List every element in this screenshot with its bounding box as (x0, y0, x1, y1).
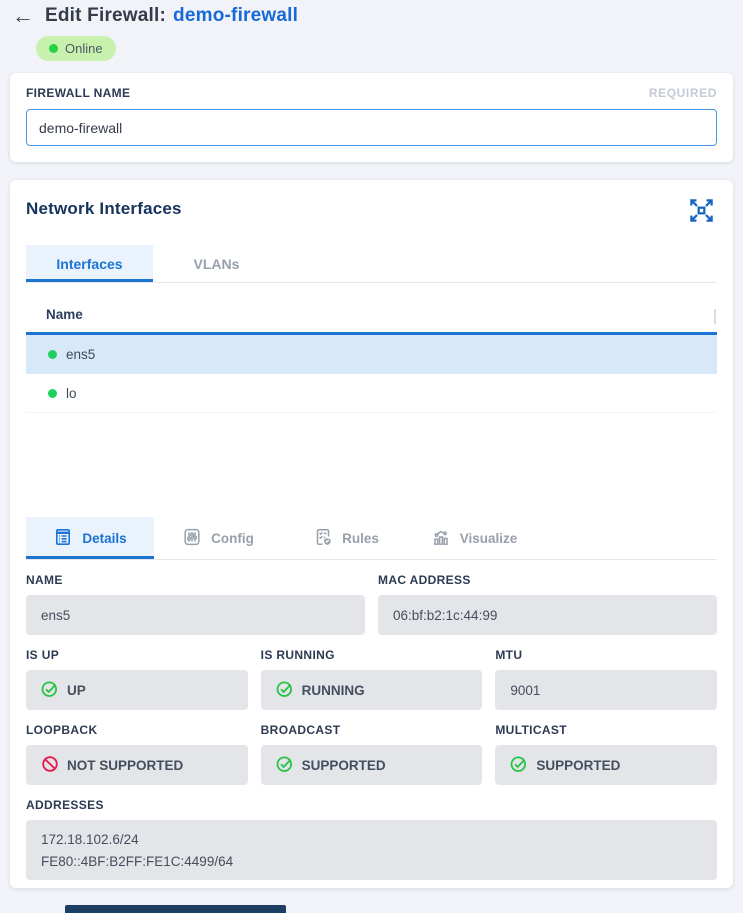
tab-visualize-label: Visualize (460, 531, 518, 546)
tab-config-label: Config (211, 531, 254, 546)
field-mtu-value: 9001 (495, 670, 717, 710)
expand-icon[interactable] (686, 195, 717, 231)
required-badge: REQUIRED (649, 86, 717, 100)
details-list-icon (53, 527, 73, 550)
field-is-running-text: RUNNING (302, 683, 365, 698)
page-header: ← Edit Firewall: demo-firewall (0, 0, 743, 27)
field-is-running: IS RUNNING RUNNING (261, 648, 483, 710)
field-loopback-label: LOOPBACK (26, 723, 248, 737)
field-mtu-label: MTU (495, 648, 717, 662)
interface-details: NAME ens5 MAC ADDRESS 06:bf:b2:1c:44:99 … (26, 573, 717, 880)
field-mtu: MTU 9001 (495, 648, 717, 710)
tab-details[interactable]: Details (26, 517, 154, 559)
network-interfaces-card: Network Interfaces Interfaces VLANs Name… (10, 180, 733, 888)
table-row-label: ens5 (66, 347, 95, 362)
status-dot-icon (48, 350, 57, 359)
field-loopback-value: NOT SUPPORTED (26, 745, 248, 785)
table-header-name[interactable]: Name (26, 307, 717, 335)
field-multicast-label: MULTICAST (495, 723, 717, 737)
detail-tabs: Details Config (26, 517, 717, 560)
field-mac-text: 06:bf:b2:1c:44:99 (393, 608, 497, 623)
field-name-value: ens5 (26, 595, 365, 635)
firewall-name-label: FIREWALL NAME (26, 86, 130, 100)
field-broadcast-text: SUPPORTED (302, 758, 386, 773)
table-row-ens5[interactable]: ens5 (26, 335, 717, 374)
field-loopback: LOOPBACK NOT SUPPORTED (26, 723, 248, 785)
status-badge: Online (36, 36, 116, 61)
field-name-label: NAME (26, 573, 365, 587)
tab-rules-label: Rules (342, 531, 379, 546)
field-is-up-label: IS UP (26, 648, 248, 662)
interface-tabs: Interfaces VLANs (26, 245, 717, 283)
field-broadcast-label: BROADCAST (261, 723, 483, 737)
page-title-label: Edit Firewall: (45, 5, 166, 26)
field-multicast-text: SUPPORTED (536, 758, 620, 773)
page-title: Edit Firewall: demo-firewall (45, 5, 298, 27)
status-badge-label: Online (65, 41, 103, 56)
check-circle-icon (276, 680, 294, 701)
table-empty-area (26, 413, 717, 517)
field-is-running-value: RUNNING (261, 670, 483, 710)
chart-icon (431, 527, 451, 550)
field-multicast: MULTICAST SUPPORTED (495, 723, 717, 785)
field-broadcast: BROADCAST SUPPORTED (261, 723, 483, 785)
field-multicast-value: SUPPORTED (495, 745, 717, 785)
online-dot-icon (49, 44, 58, 53)
field-is-up-value: UP (26, 670, 248, 710)
tab-vlans[interactable]: VLANs (153, 245, 280, 282)
field-addresses: ADDRESSES 172.18.102.6/24 FE80::4BF:B2FF… (26, 798, 717, 880)
field-mac-label: MAC ADDRESS (378, 573, 717, 587)
field-name: NAME ens5 (26, 573, 365, 635)
table-row-lo[interactable]: lo (26, 374, 717, 413)
tab-rules[interactable]: Rules (282, 517, 410, 559)
address-ipv4: 172.18.102.6/24 (41, 832, 139, 847)
field-mac-value: 06:bf:b2:1c:44:99 (378, 595, 717, 635)
field-mtu-text: 9001 (510, 683, 540, 698)
address-ipv6: FE80::4BF:B2FF:FE1C:4499/64 (41, 854, 233, 869)
cutoff-bottom-bar (65, 905, 286, 913)
field-mac-address: MAC ADDRESS 06:bf:b2:1c:44:99 (378, 573, 717, 635)
field-addresses-label: ADDRESSES (26, 798, 717, 812)
check-circle-icon (276, 755, 294, 776)
tab-interfaces[interactable]: Interfaces (26, 245, 153, 282)
page-title-firewall-name: demo-firewall (173, 5, 298, 26)
tab-details-label: Details (82, 531, 126, 546)
sliders-icon (182, 527, 202, 550)
scrollbar[interactable] (714, 309, 716, 324)
table-row-label: lo (66, 386, 77, 401)
prohibited-icon (41, 755, 59, 776)
interfaces-table: Name ens5 lo (26, 307, 717, 517)
rules-checklist-icon (313, 527, 333, 550)
field-addresses-value: 172.18.102.6/24 FE80::4BF:B2FF:FE1C:4499… (26, 820, 717, 880)
field-loopback-text: NOT SUPPORTED (67, 758, 183, 773)
network-interfaces-title: Network Interfaces (26, 195, 182, 219)
field-is-running-label: IS RUNNING (261, 648, 483, 662)
firewall-name-input[interactable] (26, 109, 717, 146)
check-circle-icon (510, 755, 528, 776)
tab-config[interactable]: Config (154, 517, 282, 559)
field-is-up: IS UP UP (26, 648, 248, 710)
field-name-text: ens5 (41, 608, 70, 623)
firewall-name-card: FIREWALL NAME REQUIRED (10, 73, 733, 162)
field-is-up-text: UP (67, 683, 86, 698)
tab-visualize[interactable]: Visualize (410, 517, 538, 559)
status-dot-icon (48, 389, 57, 398)
check-circle-icon (41, 680, 59, 701)
back-arrow-icon[interactable]: ← (12, 5, 34, 27)
field-broadcast-value: SUPPORTED (261, 745, 483, 785)
